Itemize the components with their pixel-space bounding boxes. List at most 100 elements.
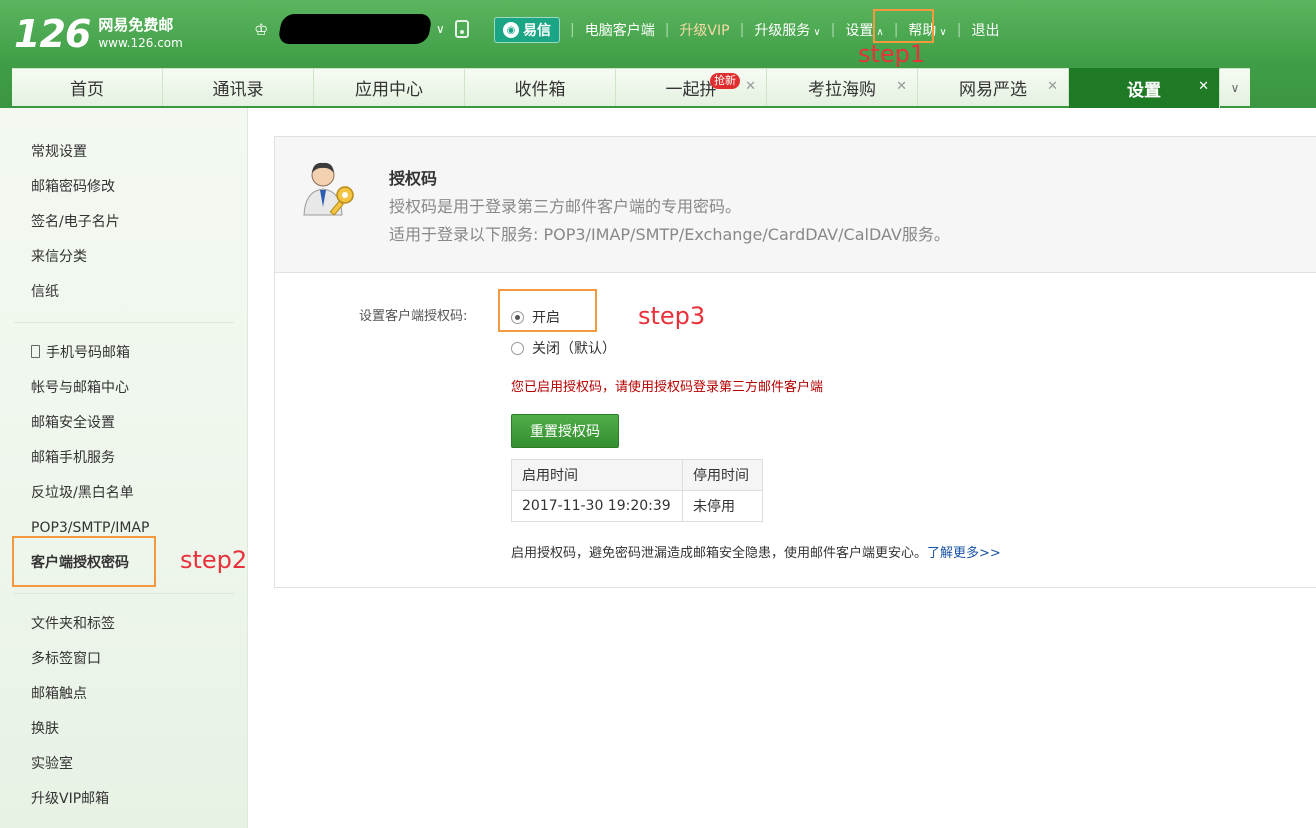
step2-label: step2 (180, 546, 248, 574)
tab-bar: 首页 通讯录 应用中心 收件箱 一起拼 抢新 ✕ 考拉海购 ✕ 网易严选 ✕ 设… (12, 68, 1250, 108)
redacted-username (277, 14, 433, 44)
logo-name: 网易免费邮 (98, 16, 174, 34)
sidebar-item-lab[interactable]: 实验室 (14, 747, 234, 782)
chevron-down-icon: ∨ (813, 27, 821, 38)
sidebar-item-label: 手机号码邮箱 (46, 345, 130, 361)
learn-more-link[interactable]: 了解更多>> (927, 546, 1001, 561)
logo-url: www.126.com (98, 36, 183, 50)
table-row: 2017-11-30 19:20:39 未停用 (511, 490, 763, 522)
auth-code-table: 启用时间 停用时间 2017-11-30 19:20:39 未停用 (511, 459, 763, 522)
chevron-down-icon[interactable]: ∨ (436, 22, 445, 36)
auth-code-panel: 授权码 授权码是用于登录第三方邮件客户端的专用密码。 适用于登录以下服务: PO… (274, 136, 1316, 588)
panel-title: 授权码 (389, 169, 438, 188)
upgrade-service-label: 升级服务 (754, 23, 811, 39)
settings-label: 设置 (845, 23, 874, 39)
reset-auth-code-button[interactable]: 重置授权码 (511, 414, 619, 448)
close-icon[interactable]: ✕ (745, 79, 756, 94)
tab-label: 考拉海购 (808, 80, 876, 100)
tab-home[interactable]: 首页 (12, 68, 163, 106)
footer-note: 启用授权码，避免密码泄漏造成邮箱安全隐患，使用邮件客户端更安心。了解更多>> (511, 542, 1001, 561)
sidebar-item-filters[interactable]: 来信分类 (14, 240, 234, 275)
yixin-button[interactable]: ◉ 易信 (494, 17, 560, 43)
sidebar-group-general: 常规设置 邮箱密码修改 签名/电子名片 来信分类 信纸 (14, 135, 234, 310)
logo-number: 126 (14, 12, 91, 56)
desktop-client-link[interactable]: 电脑客户端 (585, 20, 655, 40)
enabled-notice: 您已启用授权码，请使用授权码登录第三方邮件客户端 (511, 380, 824, 395)
tab-kaola[interactable]: 考拉海购 ✕ (767, 68, 918, 106)
mobile-icon[interactable] (454, 20, 469, 38)
mobile-icon (31, 345, 40, 358)
logout-link[interactable]: 退出 (971, 20, 999, 40)
sidebar-item-signature[interactable]: 签名/电子名片 (14, 205, 234, 240)
sidebar-item-touchpoints[interactable]: 邮箱触点 (14, 677, 234, 712)
sidebar-item-stationery[interactable]: 信纸 (14, 275, 234, 310)
step3-label: step3 (638, 302, 706, 330)
close-icon[interactable]: ✕ (1047, 79, 1058, 94)
panel-header: 授权码 授权码是用于登录第三方邮件客户端的专用密码。 适用于登录以下服务: PO… (275, 137, 1316, 273)
description-line-2: 适用于登录以下服务: POP3/IMAP/SMTP/Exchange/CardD… (389, 225, 950, 244)
divider: | (664, 22, 670, 38)
step2-highlight-box (12, 536, 156, 587)
close-icon[interactable]: ✕ (896, 79, 907, 94)
tab-label: 应用中心 (355, 80, 423, 100)
sidebar-item-phone-mail[interactable]: 手机号码邮箱 (14, 336, 234, 371)
settings-sidebar: 常规设置 邮箱密码修改 签名/电子名片 来信分类 信纸 手机号码邮箱 帐号与邮箱… (0, 108, 248, 828)
yixin-label: 易信 (523, 23, 551, 39)
sidebar-item-account-center[interactable]: 帐号与邮箱中心 (14, 371, 234, 406)
upgrade-service-menu[interactable]: 升级服务 ∨ (754, 20, 820, 40)
divider: | (956, 22, 962, 38)
sidebar-item-skins[interactable]: 换肤 (14, 712, 234, 747)
sidebar-item-antispam[interactable]: 反垃圾/黑白名单 (14, 476, 234, 511)
close-icon[interactable]: ✕ (1198, 79, 1209, 94)
tab-label: 设置 (1127, 81, 1161, 101)
tab-label: 网易严选 (959, 80, 1027, 100)
sidebar-group-misc: 文件夹和标签 多标签窗口 邮箱触点 换肤 实验室 升级VIP邮箱 (14, 607, 234, 817)
brand-logo[interactable]: 126 网易免费邮 www.126.com (14, 12, 183, 56)
column-header: 停用时间 (682, 459, 763, 491)
disable-time-cell: 未停用 (682, 490, 763, 522)
sidebar-item-mobile-service[interactable]: 邮箱手机服务 (14, 441, 234, 476)
panel-description: 授权码是用于登录第三方邮件客户端的专用密码。 适用于登录以下服务: POP3/I… (389, 193, 950, 249)
tab-label: 首页 (70, 80, 104, 100)
column-header: 启用时间 (511, 459, 683, 491)
sidebar-divider (14, 322, 234, 323)
tab-group-buy[interactable]: 一起拼 抢新 ✕ (616, 68, 767, 106)
tab-yanxuan[interactable]: 网易严选 ✕ (918, 68, 1069, 106)
user-menu[interactable]: ♔ ∨ (254, 14, 469, 44)
tab-more-dropdown[interactable]: ∨ (1220, 68, 1250, 106)
sidebar-item-password[interactable]: 邮箱密码修改 (14, 170, 234, 205)
chevron-down-icon: ∨ (939, 27, 947, 38)
divider: | (830, 22, 836, 38)
new-badge: 抢新 (710, 73, 740, 89)
tab-label: 通讯录 (212, 80, 264, 100)
top-header: 126 网易免费邮 www.126.com ♔ ∨ ◉ 易信 | 电脑客户端 |… (0, 0, 1316, 108)
sidebar-item-folders[interactable]: 文件夹和标签 (14, 607, 234, 642)
sidebar-item-vip-mail[interactable]: 升级VIP邮箱 (14, 782, 234, 817)
radio-off[interactable] (511, 341, 524, 355)
table-header-row: 启用时间 停用时间 (511, 459, 763, 491)
sidebar-divider (14, 593, 234, 594)
user-key-icon (303, 162, 354, 216)
upgrade-vip-link[interactable]: 升级VIP (679, 20, 729, 40)
step1-label: step1 (858, 40, 926, 68)
enable-time-cell: 2017-11-30 19:20:39 (511, 490, 683, 522)
yixin-icon: ◉ (503, 22, 519, 38)
divider: | (570, 22, 575, 38)
step1-highlight-box (873, 9, 934, 43)
divider: | (739, 22, 745, 38)
sidebar-item-security[interactable]: 邮箱安全设置 (14, 406, 234, 441)
tab-contacts[interactable]: 通讯录 (163, 68, 314, 106)
sidebar-item-multitab[interactable]: 多标签窗口 (14, 642, 234, 677)
sidebar-item-general[interactable]: 常规设置 (14, 135, 234, 170)
tab-inbox[interactable]: 收件箱 (465, 68, 616, 106)
description-line-1: 授权码是用于登录第三方邮件客户端的专用密码。 (389, 197, 742, 216)
footer-text: 启用授权码，避免密码泄漏造成邮箱安全隐患，使用邮件客户端更安心。 (511, 546, 928, 561)
tab-label: 收件箱 (514, 80, 566, 100)
tab-settings[interactable]: 设置 ✕ (1069, 68, 1220, 108)
chevron-down-icon: ∨ (1230, 80, 1240, 95)
auth-code-setting-label: 设置客户端授权码: (359, 309, 468, 324)
radio-off-label: 关闭（默认） (532, 341, 616, 357)
tab-app-center[interactable]: 应用中心 (314, 68, 465, 106)
step3-highlight-box (498, 289, 597, 332)
radio-option-off[interactable]: 关闭（默认） (511, 338, 616, 358)
